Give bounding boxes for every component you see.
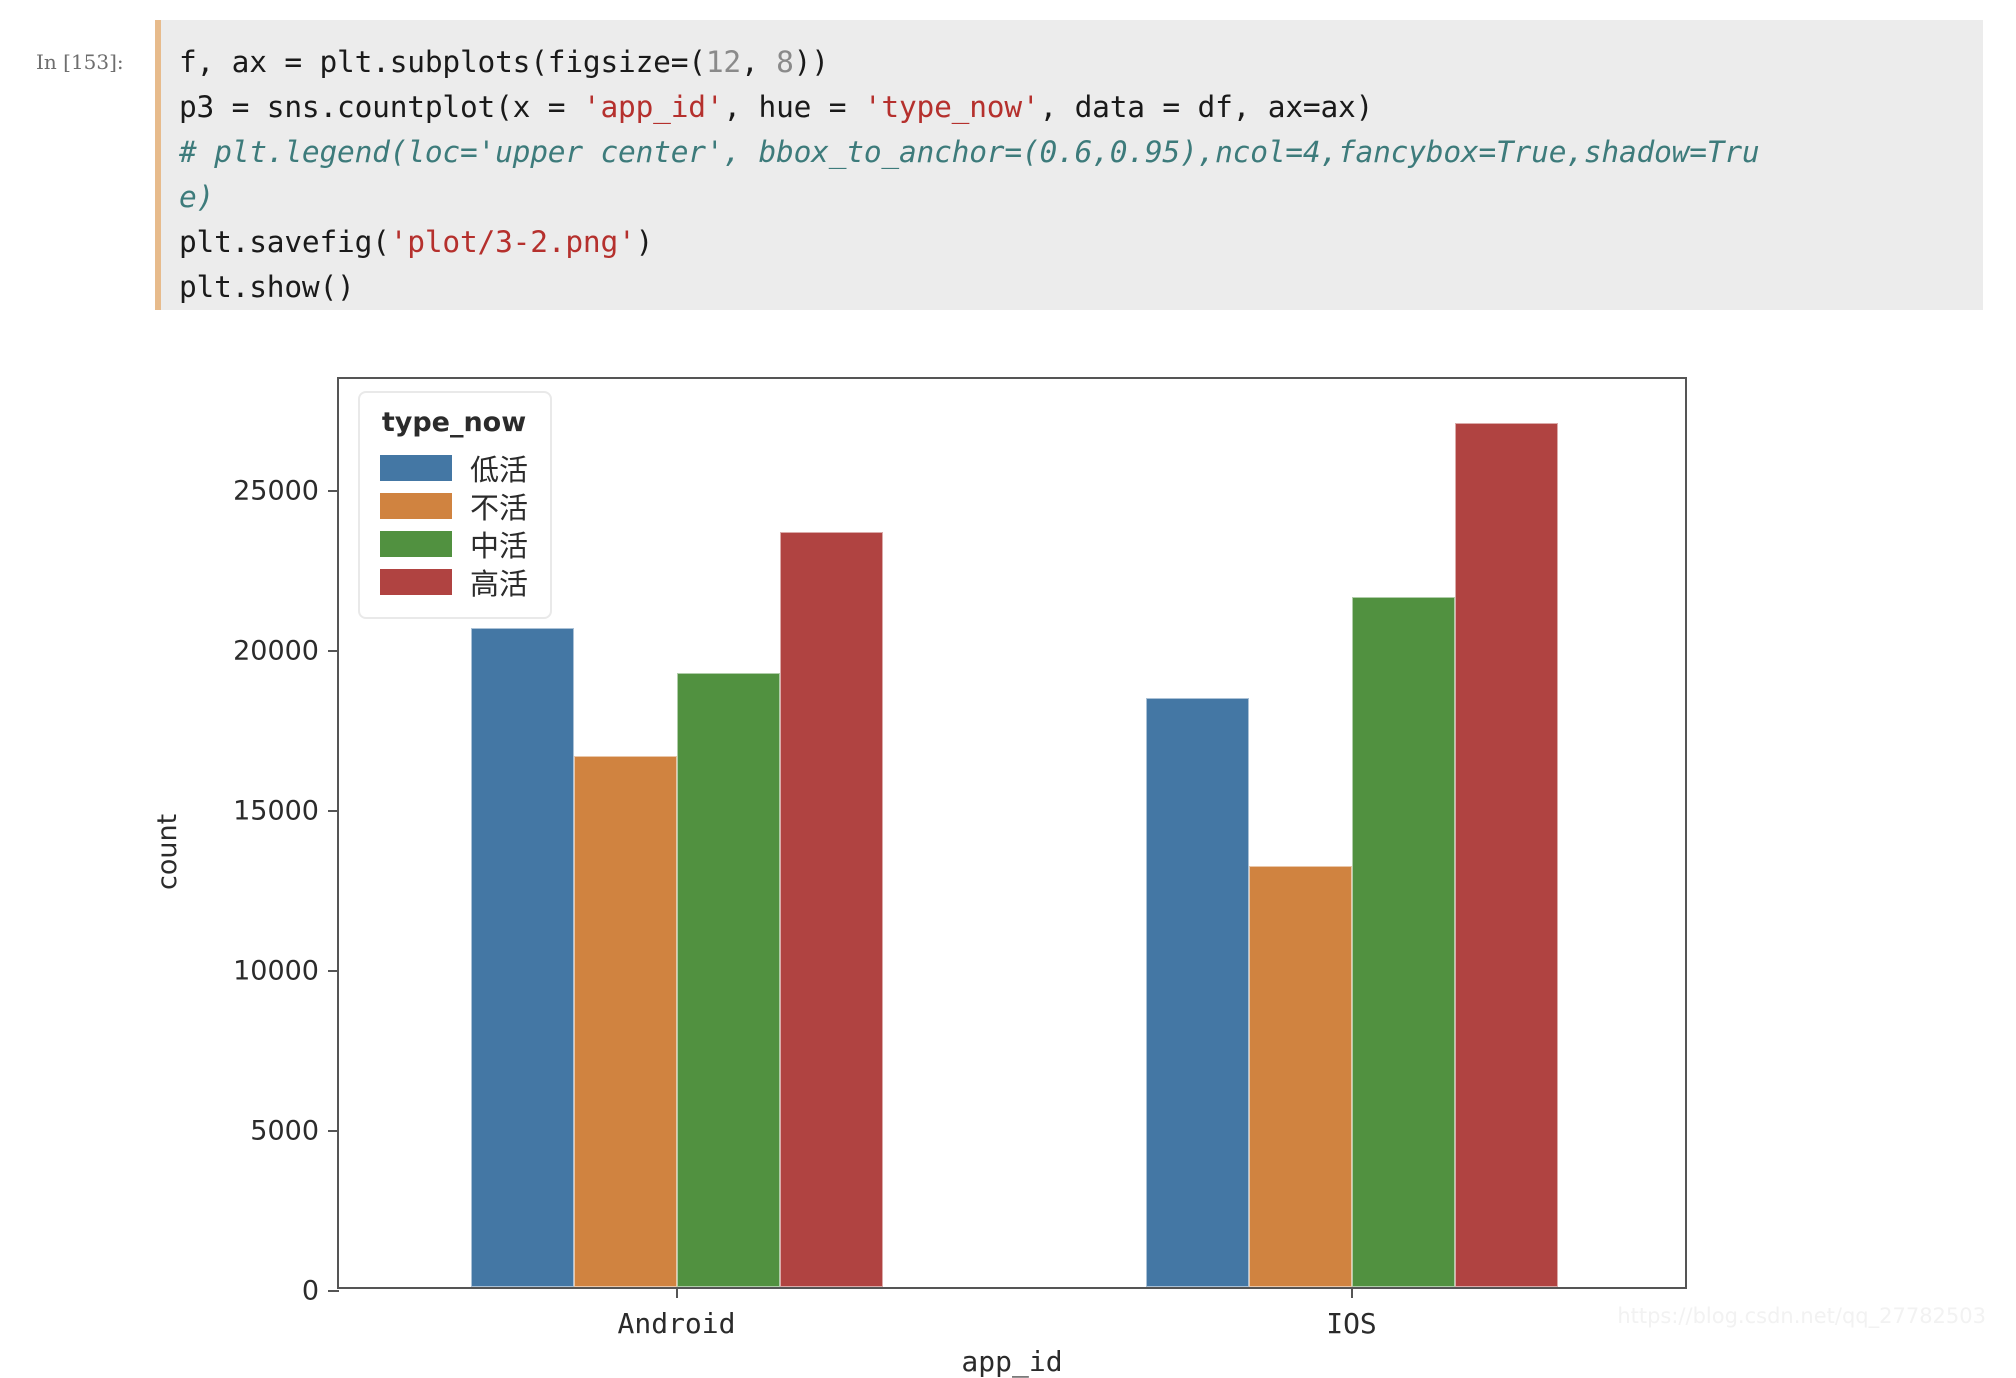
code-token: 'app_id' [582, 90, 724, 124]
y-axis-tick-label: 5000 [250, 1115, 319, 1147]
legend-entry: 低活 [380, 449, 528, 487]
code-token: 12 [705, 45, 741, 79]
legend-entry: 高活 [380, 563, 528, 601]
plot-axes: type_now 低活 不活 中活 高活 0 5000 10000 15000 20000 25… [233, 377, 1687, 1340]
y-axis-tick-mark [328, 1130, 339, 1132]
y-axis-tick-label: 15000 [233, 795, 319, 827]
bar-ios-3 [1454, 423, 1558, 1287]
legend-entry-label: 不活 [470, 491, 529, 525]
legend-entry-label: 低活 [470, 453, 529, 487]
code-token: p3 = sns.countplot(x = [179, 90, 583, 124]
code-token: 8 [776, 45, 794, 79]
code-token: e) [179, 180, 215, 214]
code-token: 'type_now' [863, 90, 1040, 124]
bar-ios-2 [1351, 597, 1455, 1287]
code-token: , [740, 45, 777, 79]
legend-entry-label: 高活 [470, 567, 529, 601]
notebook-input-cell[interactable]: In [153]: f, ax = plt.subplots(figsize=(… [0, 20, 1983, 310]
y-axis-tick-label: 25000 [233, 475, 319, 507]
chart-legend: type_now 低活不活中活高活 [358, 391, 553, 619]
code-token: f, ax = plt.subplots(figsize=( [179, 45, 706, 79]
legend-entry-label: 中活 [470, 529, 529, 563]
x-axis-tick-mark [675, 1287, 678, 1298]
code-token: plt.savefig( [179, 225, 390, 259]
x-axis-tick-label: IOS [1326, 1307, 1377, 1340]
legend-entry: 中活 [380, 525, 528, 563]
code-token: , data = df, ax=ax) [1039, 90, 1374, 124]
legend-entries: 低活 不活 中活 高活 [380, 449, 528, 601]
bar-android-3 [779, 531, 883, 1287]
figure-output: count app_id type_now 低活 不活 中活 高活 0 5000 1000… [0, 330, 2016, 1378]
code-token: ) [635, 225, 654, 259]
y-axis-tick-mark [328, 970, 339, 972]
code-token: , hue = [723, 90, 864, 124]
code-token: 'plot/3-2.png' [389, 225, 636, 259]
code-token: )) [793, 45, 829, 79]
y-axis-tick-mark [328, 490, 339, 492]
code-editor[interactable]: f, ax = plt.subplots(figsize=(12, 8)) p3… [155, 20, 1983, 310]
y-axis-tick-mark [328, 650, 339, 652]
code-source-text: f, ax = plt.subplots(figsize=(12, 8)) p3… [179, 40, 1760, 310]
bar-ios-1 [1248, 866, 1352, 1287]
legend-swatch-icon [380, 493, 452, 519]
y-axis-tick-mark [328, 1290, 339, 1292]
legend-swatch-icon [380, 569, 452, 595]
y-axis-label: count [152, 813, 183, 890]
code-token: # plt.legend(loc='upper center', bbox_to… [179, 135, 1760, 169]
legend-swatch-icon [380, 455, 452, 481]
bar-android-2 [676, 672, 780, 1287]
y-axis-tick-label: 20000 [233, 635, 319, 667]
x-axis-tick-label: Android [617, 1307, 736, 1340]
bar-android-0 [470, 627, 574, 1287]
legend-entry: 不活 [380, 487, 528, 525]
legend-swatch-icon [380, 531, 452, 557]
y-axis-tick-label: 10000 [233, 955, 319, 987]
watermark-text: https://blog.csdn.net/qq_27782503 [1617, 1304, 1986, 1328]
cell-prompt-label: In [153]: [36, 50, 124, 74]
legend-title: type_now [381, 407, 527, 438]
x-axis-label: app_id [961, 1345, 1063, 1378]
y-axis-tick-mark [328, 810, 339, 812]
bar-android-1 [573, 755, 677, 1287]
code-token: plt.show() [179, 270, 355, 304]
bar-ios-0 [1145, 698, 1249, 1287]
x-axis-tick-mark [1350, 1287, 1353, 1298]
